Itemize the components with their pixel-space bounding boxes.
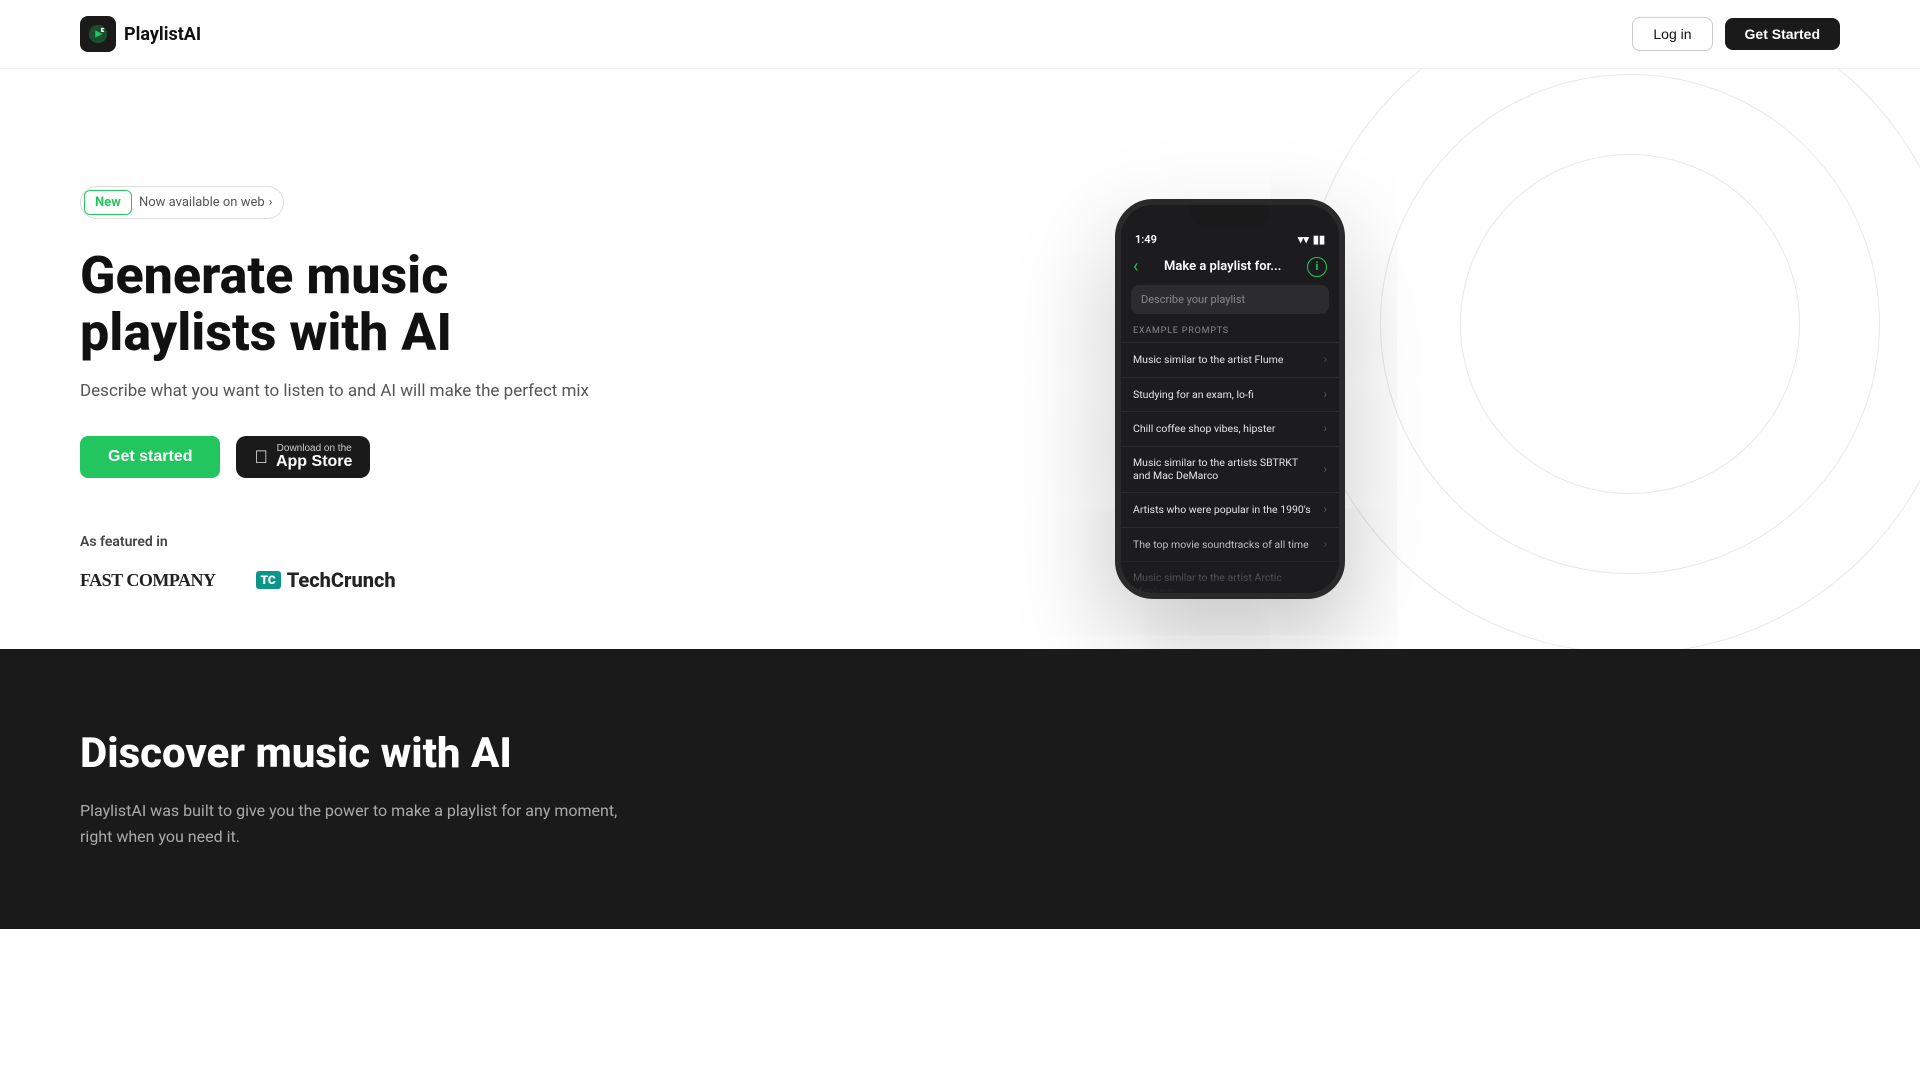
phone-wrapper: 1:49 ▾▾ ▮▮ ‹ Make a playlist for... i bbox=[1115, 199, 1345, 579]
phone-status-icons: ▾▾ ▮▮ bbox=[1298, 233, 1325, 246]
phone-time: 1:49 bbox=[1135, 233, 1157, 246]
phone-input-placeholder: Describe your playlist bbox=[1141, 293, 1245, 306]
badge-pill: New Now available on web › bbox=[80, 186, 284, 219]
nav-get-started-button[interactable]: Get Started bbox=[1725, 18, 1840, 50]
prompt-text: Chill coffee shop vibes, hipster bbox=[1133, 422, 1275, 436]
bottom-title: Discover music with AI bbox=[80, 729, 1840, 778]
prompt-list-item: Music similar to the artist Arctic Monke… bbox=[1121, 561, 1339, 593]
hero-cta-area: Get started  Download on the App Store bbox=[80, 436, 620, 478]
phone-screen: 1:49 ▾▾ ▮▮ ‹ Make a playlist for... i bbox=[1121, 205, 1339, 593]
wifi-icon: ▾▾ bbox=[1298, 233, 1309, 246]
phone-mockup-area: 1:49 ▾▾ ▮▮ ‹ Make a playlist for... i bbox=[620, 199, 1840, 579]
logo: PlaylistAI bbox=[80, 16, 201, 52]
prompt-text: Music similar to the artists SBTRKT and … bbox=[1133, 456, 1317, 483]
techcrunch-text: TechCrunch bbox=[287, 568, 396, 592]
phone-info-button: i bbox=[1307, 257, 1327, 277]
badge-new-label: New bbox=[84, 190, 132, 215]
fast-company-logo: FAST COMPANY bbox=[80, 570, 216, 591]
prompt-chevron-icon: › bbox=[1323, 421, 1327, 437]
phone-notch bbox=[1190, 205, 1270, 227]
prompt-chevron-icon: › bbox=[1323, 352, 1327, 368]
prompt-text: Studying for an exam, lo-fi bbox=[1133, 388, 1254, 402]
prompt-list-item: Artists who were popular in the 1990's › bbox=[1121, 492, 1339, 527]
badge-available-text: Now available on web bbox=[139, 195, 265, 210]
get-started-button[interactable]: Get started bbox=[80, 436, 220, 478]
badge-separator bbox=[134, 195, 137, 210]
prompt-list-item: The top movie soundtracks of all time › bbox=[1121, 527, 1339, 562]
appstore-main-label: App Store bbox=[276, 454, 352, 470]
phone-screen-title: Make a playlist for... bbox=[1164, 259, 1281, 274]
example-prompts-label: EXAMPLE PROMPTS bbox=[1121, 322, 1339, 340]
prompt-text: Artists who were popular in the 1990's bbox=[1133, 503, 1311, 517]
appstore-text: Download on the App Store bbox=[276, 444, 352, 470]
bottom-description: PlaylistAI was built to give you the pow… bbox=[80, 798, 640, 849]
appstore-button[interactable]:  Download on the App Store bbox=[236, 436, 370, 478]
prompt-chevron-icon: › bbox=[1323, 502, 1327, 518]
prompt-list-item: Music similar to the artist Flume › bbox=[1121, 342, 1339, 377]
hero-title: Generate music playlists with AI bbox=[80, 247, 620, 361]
prompt-text: The top movie soundtracks of all time bbox=[1133, 538, 1309, 552]
navbar: PlaylistAI Log in Get Started bbox=[0, 0, 1920, 69]
prompt-chevron-icon: › bbox=[1323, 387, 1327, 403]
prompt-text: Music similar to the artist Flume bbox=[1133, 353, 1283, 367]
prompt-text: Music similar to the artist Arctic Monke… bbox=[1133, 571, 1317, 593]
prompt-list-item: Studying for an exam, lo-fi › bbox=[1121, 377, 1339, 412]
prompt-chevron-icon: › bbox=[1323, 577, 1327, 593]
nav-actions: Log in Get Started bbox=[1632, 17, 1840, 51]
phone-status-bar: 1:49 ▾▾ ▮▮ bbox=[1121, 233, 1339, 252]
prompt-list-item: Music similar to the artists SBTRKT and … bbox=[1121, 446, 1339, 492]
badge-arrow-icon: › bbox=[269, 195, 273, 210]
logo-text: PlaylistAI bbox=[124, 24, 201, 45]
phone-playlist-input: Describe your playlist bbox=[1131, 285, 1329, 314]
press-logos: FAST COMPANY TC TechCrunch bbox=[80, 568, 620, 592]
phone-frame: 1:49 ▾▾ ▮▮ ‹ Make a playlist for... i bbox=[1115, 199, 1345, 599]
prompt-list: Music similar to the artist Flume›Studyi… bbox=[1121, 342, 1339, 593]
hero-content: New Now available on web › Generate musi… bbox=[80, 186, 620, 593]
prompt-chevron-icon: › bbox=[1323, 537, 1327, 553]
bottom-section: Discover music with AI PlaylistAI was bu… bbox=[0, 649, 1920, 929]
login-button[interactable]: Log in bbox=[1632, 17, 1712, 51]
apple-logo-icon:  bbox=[254, 447, 268, 468]
prompt-list-item: Chill coffee shop vibes, hipster › bbox=[1121, 411, 1339, 446]
hero-description: Describe what you want to listen to and … bbox=[80, 379, 620, 405]
hero-section: New Now available on web › Generate musi… bbox=[0, 69, 1920, 649]
prompt-chevron-icon: › bbox=[1323, 462, 1327, 478]
featured-in-section: As featured in FAST COMPANY TC TechCrunc… bbox=[80, 534, 620, 592]
battery-icon: ▮▮ bbox=[1313, 233, 1325, 246]
featured-label: As featured in bbox=[80, 534, 620, 550]
logo-icon bbox=[80, 16, 116, 52]
techcrunch-logo: TC TechCrunch bbox=[256, 568, 396, 592]
phone-back-button: ‹ bbox=[1133, 256, 1138, 277]
tc-icon: TC bbox=[256, 571, 281, 589]
announcement-badge[interactable]: New Now available on web › bbox=[80, 186, 620, 219]
phone-header: ‹ Make a playlist for... i bbox=[1121, 252, 1339, 285]
